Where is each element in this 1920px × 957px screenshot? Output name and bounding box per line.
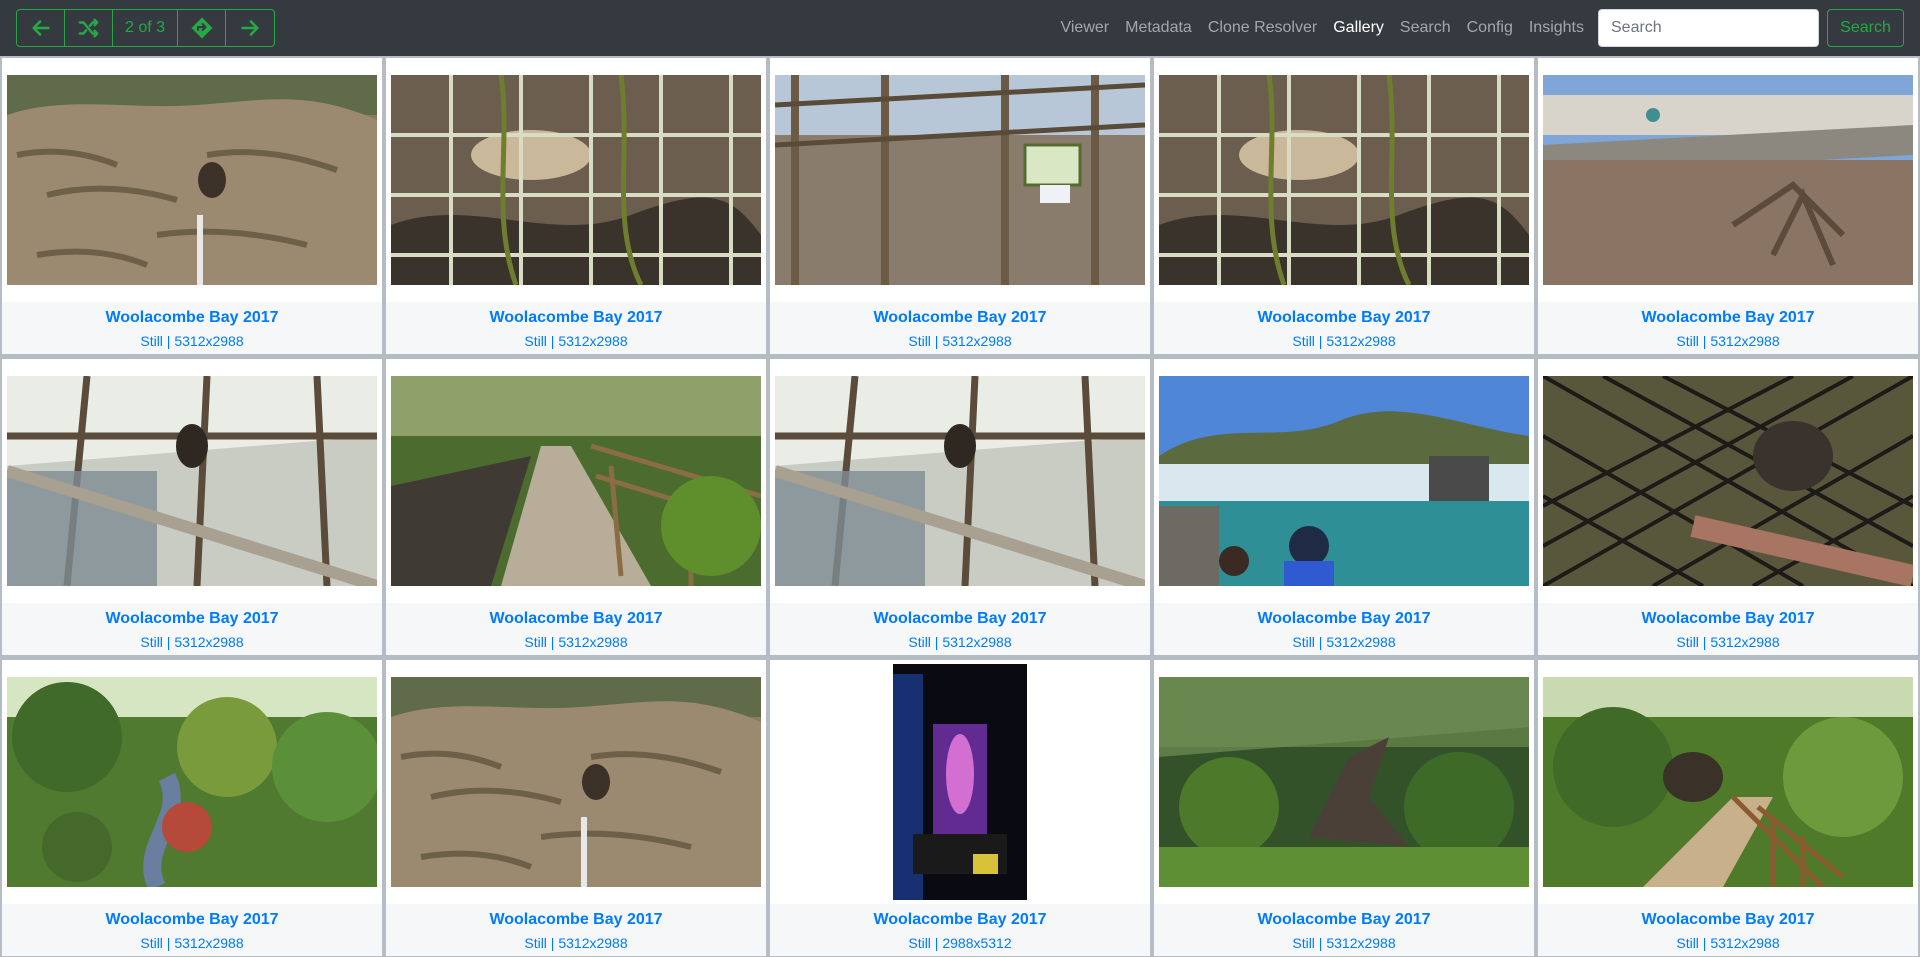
gallery-item[interactable]: Woolacombe Bay 2017 Still | 5312x2988	[1154, 660, 1534, 956]
gallery-item-title[interactable]: Woolacombe Bay 2017	[1538, 911, 1918, 929]
jump-button[interactable]	[178, 10, 226, 46]
gallery-item-title[interactable]: Woolacombe Bay 2017	[1154, 610, 1534, 628]
gallery-item[interactable]: Woolacombe Bay 2017 Still | 5312x2988	[2, 58, 382, 354]
thumbnail-container[interactable]	[2, 58, 382, 302]
previous-button[interactable]	[17, 10, 65, 46]
gallery-item-meta[interactable]: Still | 5312x2988	[1538, 634, 1918, 650]
shuffle-button[interactable]	[65, 10, 113, 46]
gallery-item[interactable]: Woolacombe Bay 2017 Still | 5312x2988	[1538, 359, 1918, 655]
gallery-item-meta[interactable]: Still | 5312x2988	[1538, 935, 1918, 951]
gallery-item[interactable]: Woolacombe Bay 2017 Still | 5312x2988	[1538, 660, 1918, 956]
gallery-item-title[interactable]: Woolacombe Bay 2017	[386, 911, 766, 929]
gallery-item-meta[interactable]: Still | 5312x2988	[770, 634, 1150, 650]
gallery-item-meta[interactable]: Still | 5312x2988	[386, 634, 766, 650]
thumbnail-container[interactable]	[2, 359, 382, 603]
gallery-item-meta[interactable]: Still | 5312x2988	[2, 333, 382, 349]
page-counter: 2 of 3	[113, 10, 178, 46]
photo-thumbnail[interactable]	[775, 75, 1145, 285]
gallery-item-meta[interactable]: Still | 5312x2988	[1154, 935, 1534, 951]
photo-thumbnail[interactable]	[1159, 376, 1529, 586]
photo-thumbnail[interactable]	[1159, 75, 1529, 285]
gallery-item[interactable]: Woolacombe Bay 2017 Still | 5312x2988	[1154, 58, 1534, 354]
pager-button-group: 2 of 3	[16, 9, 275, 47]
nav-link-config[interactable]: Config	[1459, 19, 1521, 37]
gallery-item[interactable]: Woolacombe Bay 2017 Still | 5312x2988	[770, 359, 1150, 655]
nav-link-viewer[interactable]: Viewer	[1052, 19, 1117, 37]
nav-link-clone-resolver[interactable]: Clone Resolver	[1200, 19, 1325, 37]
photo-thumbnail[interactable]	[7, 75, 377, 285]
nav-link-search[interactable]: Search	[1392, 19, 1459, 37]
gallery-item-meta[interactable]: Still | 5312x2988	[386, 333, 766, 349]
gallery-item-title[interactable]: Woolacombe Bay 2017	[1154, 309, 1534, 327]
gallery-item[interactable]: Woolacombe Bay 2017 Still | 5312x2988	[386, 660, 766, 956]
gallery-item[interactable]: Woolacombe Bay 2017 Still | 5312x2988	[2, 359, 382, 655]
gallery-item-meta[interactable]: Still | 2988x5312	[770, 935, 1150, 951]
next-button[interactable]	[226, 10, 274, 46]
gallery-item[interactable]: Woolacombe Bay 2017 Still | 5312x2988	[2, 660, 382, 956]
photo-thumbnail[interactable]	[1159, 677, 1529, 887]
photo-thumbnail[interactable]	[1543, 75, 1913, 285]
gallery-item-title[interactable]: Woolacombe Bay 2017	[2, 911, 382, 929]
gallery-item[interactable]: Woolacombe Bay 2017 Still | 5312x2988	[770, 58, 1150, 354]
gallery-item-title[interactable]: Woolacombe Bay 2017	[2, 309, 382, 327]
diamond-arrow-icon	[191, 17, 212, 39]
nav-link-gallery[interactable]: Gallery	[1325, 19, 1392, 37]
gallery-item-meta[interactable]: Still | 5312x2988	[2, 935, 382, 951]
arrow-right-icon	[241, 20, 259, 36]
photo-thumbnail[interactable]	[391, 75, 761, 285]
gallery-item[interactable]: Woolacombe Bay 2017 Still | 2988x5312	[770, 660, 1150, 956]
gallery-item-title[interactable]: Woolacombe Bay 2017	[386, 309, 766, 327]
nav-link-metadata[interactable]: Metadata	[1117, 19, 1200, 37]
photo-thumbnail[interactable]	[7, 677, 377, 887]
gallery-item-title[interactable]: Woolacombe Bay 2017	[386, 610, 766, 628]
photo-thumbnail[interactable]	[1543, 677, 1913, 887]
gallery-item-title[interactable]: Woolacombe Bay 2017	[2, 610, 382, 628]
gallery-item-title[interactable]: Woolacombe Bay 2017	[770, 309, 1150, 327]
thumbnail-container[interactable]	[1154, 58, 1534, 302]
thumbnail-container[interactable]	[386, 359, 766, 603]
top-navbar: 2 of 3 Viewer Metadata Clone Resolver Ga…	[0, 0, 1920, 56]
thumbnail-container[interactable]	[770, 359, 1150, 603]
gallery-item[interactable]: Woolacombe Bay 2017 Still | 5312x2988	[1538, 58, 1918, 354]
gallery-item-title[interactable]: Woolacombe Bay 2017	[1538, 309, 1918, 327]
photo-thumbnail[interactable]	[893, 664, 1027, 900]
gallery-item-meta[interactable]: Still | 5312x2988	[386, 935, 766, 951]
arrow-left-icon	[31, 20, 50, 36]
gallery-grid: Woolacombe Bay 2017 Still | 5312x2988 Wool…	[0, 56, 1920, 957]
thumbnail-container[interactable]	[1538, 660, 1918, 904]
photo-thumbnail[interactable]	[391, 677, 761, 887]
gallery-item[interactable]: Woolacombe Bay 2017 Still | 5312x2988	[1154, 359, 1534, 655]
thumbnail-container[interactable]	[386, 58, 766, 302]
search-input[interactable]	[1598, 9, 1819, 47]
gallery-item-title[interactable]: Woolacombe Bay 2017	[1154, 911, 1534, 929]
gallery-item-meta[interactable]: Still | 5312x2988	[2, 634, 382, 650]
search-button[interactable]: Search	[1827, 9, 1904, 47]
photo-thumbnail[interactable]	[1543, 376, 1913, 586]
thumbnail-container[interactable]	[386, 660, 766, 904]
thumbnail-container[interactable]	[770, 58, 1150, 302]
thumbnail-container[interactable]	[1538, 359, 1918, 603]
gallery-item-meta[interactable]: Still | 5312x2988	[1154, 333, 1534, 349]
thumbnail-container[interactable]	[2, 660, 382, 904]
thumbnail-container[interactable]	[1154, 660, 1534, 904]
gallery-item[interactable]: Woolacombe Bay 2017 Still | 5312x2988	[386, 58, 766, 354]
gallery-item-title[interactable]: Woolacombe Bay 2017	[1538, 610, 1918, 628]
thumbnail-container[interactable]	[1154, 359, 1534, 603]
gallery-item-title[interactable]: Woolacombe Bay 2017	[770, 610, 1150, 628]
gallery-item-meta[interactable]: Still | 5312x2988	[770, 333, 1150, 349]
photo-thumbnail[interactable]	[391, 376, 761, 586]
thumbnail-container[interactable]	[1538, 58, 1918, 302]
gallery-item[interactable]: Woolacombe Bay 2017 Still | 5312x2988	[386, 359, 766, 655]
nav-link-insights[interactable]: Insights	[1521, 19, 1592, 37]
thumbnail-container[interactable]	[770, 660, 1150, 904]
gallery-item-meta[interactable]: Still | 5312x2988	[1538, 333, 1918, 349]
gallery-item-meta[interactable]: Still | 5312x2988	[1154, 634, 1534, 650]
photo-thumbnail[interactable]	[775, 376, 1145, 586]
gallery-item-title[interactable]: Woolacombe Bay 2017	[770, 911, 1150, 929]
shuffle-icon	[78, 18, 98, 38]
photo-thumbnail[interactable]	[7, 376, 377, 586]
main-nav: Viewer Metadata Clone Resolver Gallery S…	[1052, 0, 1592, 56]
